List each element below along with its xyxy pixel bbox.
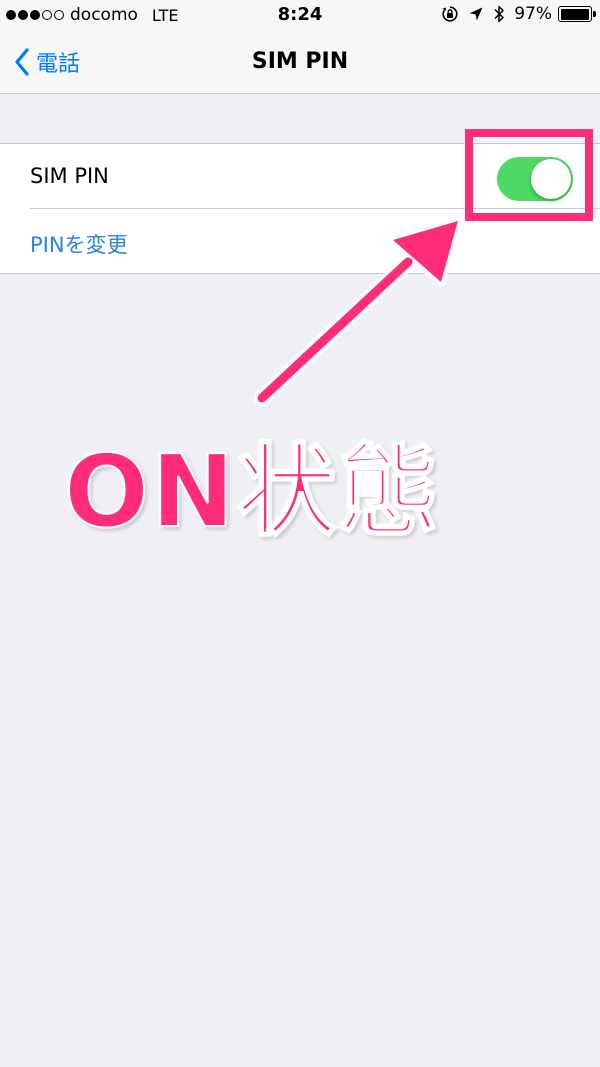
status-right: 97%: [441, 4, 596, 24]
change-pin-button[interactable]: PINを変更: [30, 229, 128, 259]
page-title: SIM PIN: [251, 49, 349, 74]
screen: docomo LTE 8:24 97% 電話 SIM PIN SIM PIN P…: [0, 0, 600, 1067]
navigation-bar: 電話 SIM PIN: [0, 32, 600, 94]
location-arrow-icon: [469, 7, 483, 21]
battery-percent: 97%: [514, 4, 552, 24]
annotation-label: ON状態: [63, 432, 441, 551]
highlight-box: [465, 129, 593, 221]
bluetooth-icon: [494, 5, 504, 23]
battery-status: 97%: [514, 4, 596, 24]
battery-icon: [558, 6, 596, 22]
orientation-lock-icon: [442, 6, 458, 22]
sim-pin-label: SIM PIN: [30, 164, 109, 188]
battery-fill: [560, 8, 589, 20]
status-bar: docomo LTE 8:24 97%: [0, 0, 600, 32]
battery-nub: [593, 11, 596, 17]
